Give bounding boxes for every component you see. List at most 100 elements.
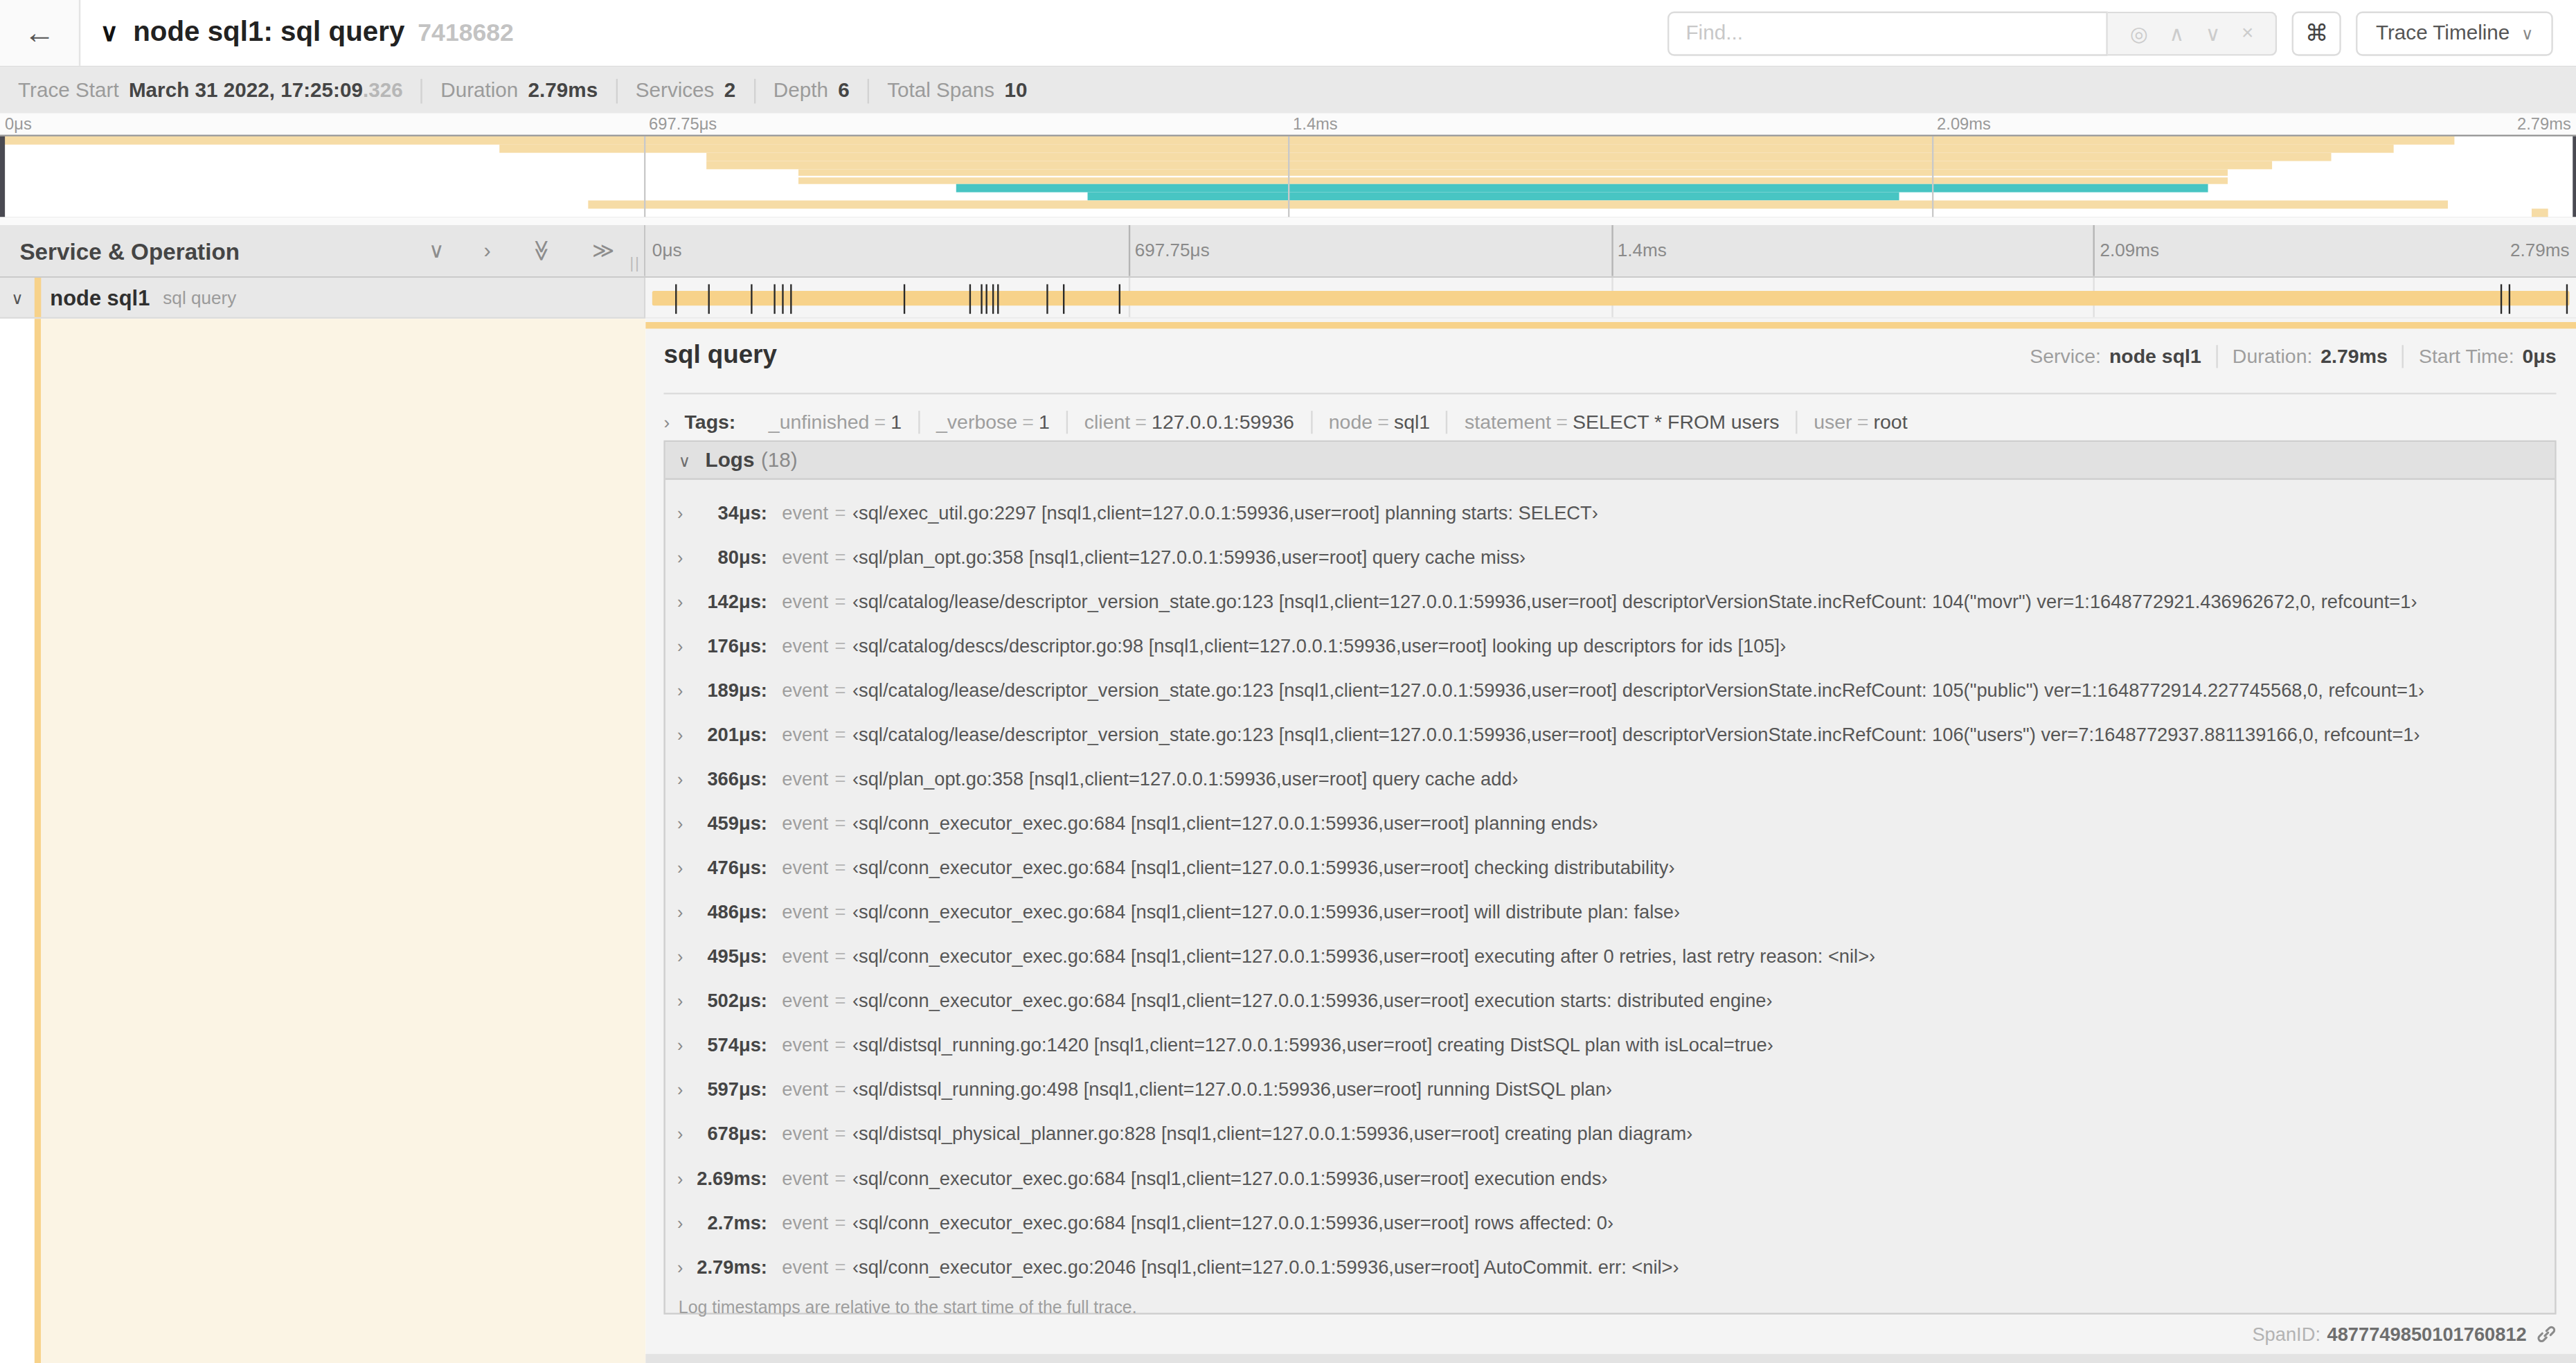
log-row[interactable]: › 366μs: event = ‹sql/plan_opt.go:358 [n… (665, 756, 2555, 800)
log-marker-tick[interactable] (997, 283, 999, 313)
log-marker-tick[interactable] (986, 283, 987, 313)
expand-all-icon[interactable]: ≫ (573, 238, 615, 263)
log-marker-tick[interactable] (1118, 283, 1120, 313)
trace-view-selector-label: Trace Timeline (2376, 21, 2510, 44)
log-row[interactable]: › 495μs: event = ‹sql/conn_executor_exec… (665, 934, 2555, 978)
log-equals: = (828, 812, 852, 832)
log-row[interactable]: › 678μs: event = ‹sql/distsql_physical_p… (665, 1111, 2555, 1155)
service-operation-title: Service & Operation (19, 238, 389, 264)
span-detail-panel: sql query Service:node sql1 Duration:2.7… (645, 319, 2576, 1363)
span-name-cell[interactable]: ∨ node sql1 sql query (0, 278, 645, 319)
log-marker-tick[interactable] (980, 283, 981, 313)
log-row[interactable]: › 201μs: event = ‹sql/catalog/lease/desc… (665, 711, 2555, 756)
trace-view-selector[interactable]: Trace Timeline ∨ (2356, 10, 2552, 55)
log-timestamp: 574μs: (695, 1034, 767, 1053)
expand-one-icon[interactable]: › (464, 238, 491, 263)
log-marker-tick[interactable] (1047, 283, 1048, 313)
minimap-span-bar (706, 153, 2331, 161)
log-marker-tick[interactable] (1062, 283, 1064, 313)
log-marker-tick[interactable] (969, 283, 970, 313)
timeline-ruler[interactable]: 0μs697.75μs1.4ms2.09ms2.79ms (645, 225, 2576, 276)
span-id-row: SpanID: 4877749850101760812 (2252, 1324, 2556, 1344)
chevron-right-icon: › (665, 1212, 695, 1231)
chevron-right-icon: › (665, 679, 695, 699)
log-key: event (782, 857, 828, 876)
trace-info-item: Total Spans 10 (869, 78, 1045, 103)
log-row[interactable]: › 2.7ms: event = ‹sql/conn_executor_exec… (665, 1200, 2555, 1244)
service-operation-header: Service & Operation ∨ › ≫ ≫ || (0, 225, 645, 276)
find-addon-icon[interactable]: ◎ (2130, 21, 2148, 46)
log-timestamp: 459μs: (695, 812, 767, 832)
span-summary-label: Duration: (2233, 345, 2313, 368)
span-bar-cell[interactable] (645, 278, 2576, 319)
log-row[interactable]: › 176μs: event = ‹sql/catalog/descs/desc… (665, 623, 2555, 667)
log-equals: = (828, 990, 852, 1009)
logs-section: ∨ Logs (18) › 34μs: event = ‹sql/exec_ut… (663, 440, 2556, 1315)
log-key: event (782, 812, 828, 832)
log-timestamp: 2.69ms: (695, 1168, 767, 1187)
minimap-scrubber-handle[interactable] (0, 136, 4, 217)
log-row[interactable]: › 597μs: event = ‹sql/distsql_running.go… (665, 1067, 2555, 1111)
minimap-scrubber-handle[interactable] (2572, 136, 2576, 217)
chevron-right-icon: › (665, 591, 695, 610)
link-icon[interactable] (2537, 1324, 2556, 1344)
log-marker-tick[interactable] (2501, 283, 2502, 313)
find-addon-icon[interactable]: ∧ (2169, 21, 2184, 46)
find-input[interactable] (1667, 10, 2108, 55)
log-row[interactable]: › 476μs: event = ‹sql/conn_executor_exec… (665, 844, 2555, 889)
minimap-canvas[interactable] (0, 135, 2576, 219)
log-equals: = (828, 901, 852, 920)
chevron-right-icon: › (665, 546, 695, 566)
log-marker-tick[interactable] (2508, 283, 2510, 313)
collapse-trace-header-icon[interactable]: ∨ (100, 18, 118, 48)
log-timestamp: 2.79ms: (695, 1256, 767, 1276)
logs-count: (18) (761, 449, 798, 472)
span-bar[interactable] (652, 291, 2570, 305)
log-marker-tick[interactable] (773, 283, 774, 313)
find-addon-icon[interactable]: × (2242, 21, 2253, 44)
log-key: event (782, 546, 828, 566)
log-row[interactable]: › 189μs: event = ‹sql/catalog/lease/desc… (665, 667, 2555, 711)
log-marker-tick[interactable] (782, 283, 784, 313)
log-row[interactable]: › 2.69ms: event = ‹sql/conn_executor_exe… (665, 1155, 2555, 1200)
logs-header[interactable]: ∨ Logs (18) (665, 442, 2555, 480)
span-summary-value: node sql1 (2109, 345, 2201, 368)
find-addon-icon[interactable]: ∨ (2206, 21, 2221, 46)
log-row[interactable]: › 459μs: event = ‹sql/conn_executor_exec… (665, 800, 2555, 844)
chevron-right-icon: › (665, 990, 695, 1009)
ruler-label: 1.4ms (1618, 240, 1667, 259)
log-marker-tick[interactable] (904, 283, 905, 313)
log-equals: = (828, 1168, 852, 1187)
log-marker-tick[interactable] (750, 283, 751, 313)
collapse-one-icon[interactable]: ∨ (409, 238, 445, 263)
trace-info-value: 2 (724, 79, 735, 102)
log-marker-tick[interactable] (992, 283, 993, 313)
log-row[interactable]: › 486μs: event = ‹sql/conn_executor_exec… (665, 889, 2555, 933)
column-resizer-grip[interactable]: || (629, 255, 641, 271)
log-row[interactable]: › 2.79ms: event = ‹sql/conn_executor_exe… (665, 1244, 2555, 1288)
collapse-all-icon[interactable]: ≫ (510, 238, 553, 263)
log-equals: = (828, 546, 852, 566)
log-row[interactable]: › 502μs: event = ‹sql/conn_executor_exec… (665, 978, 2555, 1022)
log-marker-tick[interactable] (708, 283, 709, 313)
log-marker-tick[interactable] (675, 283, 677, 313)
span-detail-summary: Service:node sql1 Duration:2.79ms Start … (2015, 345, 2557, 368)
tag-value: 1 (891, 411, 902, 434)
log-row[interactable]: › 574μs: event = ‹sql/distsql_running.go… (665, 1022, 2555, 1067)
back-button[interactable]: ← (0, 0, 80, 66)
tags-row[interactable]: › Tags: _unfinished=1 _verbose=1 client=… (663, 406, 2556, 438)
trace-info-value-suffix: .326 (363, 79, 403, 102)
log-marker-tick[interactable] (790, 283, 791, 313)
log-row[interactable]: › 34μs: event = ‹sql/exec_util.go:2297 [… (665, 490, 2555, 534)
log-timestamp: 366μs: (695, 768, 767, 787)
span-collapse-icon[interactable]: ∨ (0, 288, 35, 306)
logs-list: › 34μs: event = ‹sql/exec_util.go:2297 [… (665, 480, 2555, 1288)
chevron-right-icon: › (665, 945, 695, 965)
keyboard-shortcuts-button[interactable]: ⌘ (2292, 10, 2341, 55)
log-marker-tick[interactable] (2566, 283, 2567, 313)
log-row[interactable]: › 142μs: event = ‹sql/catalog/lease/desc… (665, 578, 2555, 623)
chevron-right-icon: › (665, 901, 695, 920)
minimap-span-bar (587, 200, 2447, 208)
log-equals: = (828, 502, 852, 522)
log-row[interactable]: › 80μs: event = ‹sql/plan_opt.go:358 [ns… (665, 534, 2555, 578)
